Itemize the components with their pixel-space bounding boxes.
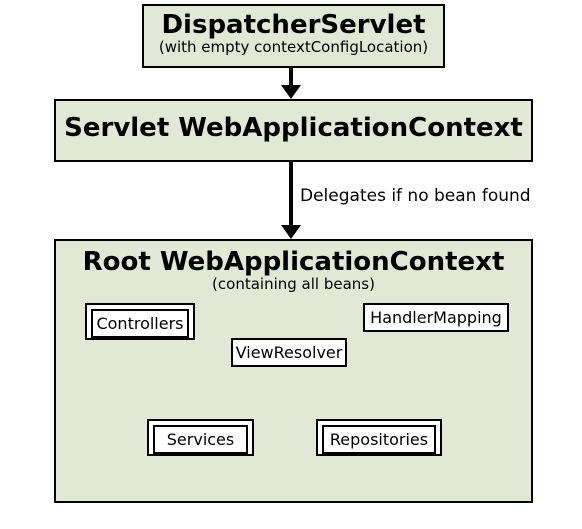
delegates-label: Delegates if no bean found xyxy=(300,186,531,206)
viewresolver-box: ViewResolver xyxy=(231,338,347,367)
controllers-box: Controllers xyxy=(91,309,189,338)
dispatcher-box: DispatcherServlet (with empty contextCon… xyxy=(142,4,445,68)
handlermapping-label: HandlerMapping xyxy=(370,308,502,327)
services-label: Services xyxy=(167,430,234,449)
dispatcher-sub: (with empty contextConfigLocation) xyxy=(144,38,443,56)
dispatcher-title: DispatcherServlet xyxy=(144,10,443,40)
repositories-box: Repositories xyxy=(322,425,436,454)
services-box: Services xyxy=(153,425,248,454)
controllers-label: Controllers xyxy=(96,314,183,333)
arrow-head-1 xyxy=(281,85,301,99)
viewresolver-label: ViewResolver xyxy=(236,343,343,362)
servlet-context-box: Servlet WebApplicationContext xyxy=(54,99,533,162)
servlet-context-title: Servlet WebApplicationContext xyxy=(56,101,531,156)
handlermapping-box: HandlerMapping xyxy=(363,303,509,332)
root-title: Root WebApplicationContext xyxy=(56,247,531,277)
root-sub: (containing all beans) xyxy=(56,275,531,293)
root-context-box: Root WebApplicationContext (containing a… xyxy=(54,239,533,503)
arrow-head-2 xyxy=(281,225,301,239)
repositories-label: Repositories xyxy=(330,430,428,449)
arrow-line-2 xyxy=(289,160,293,228)
